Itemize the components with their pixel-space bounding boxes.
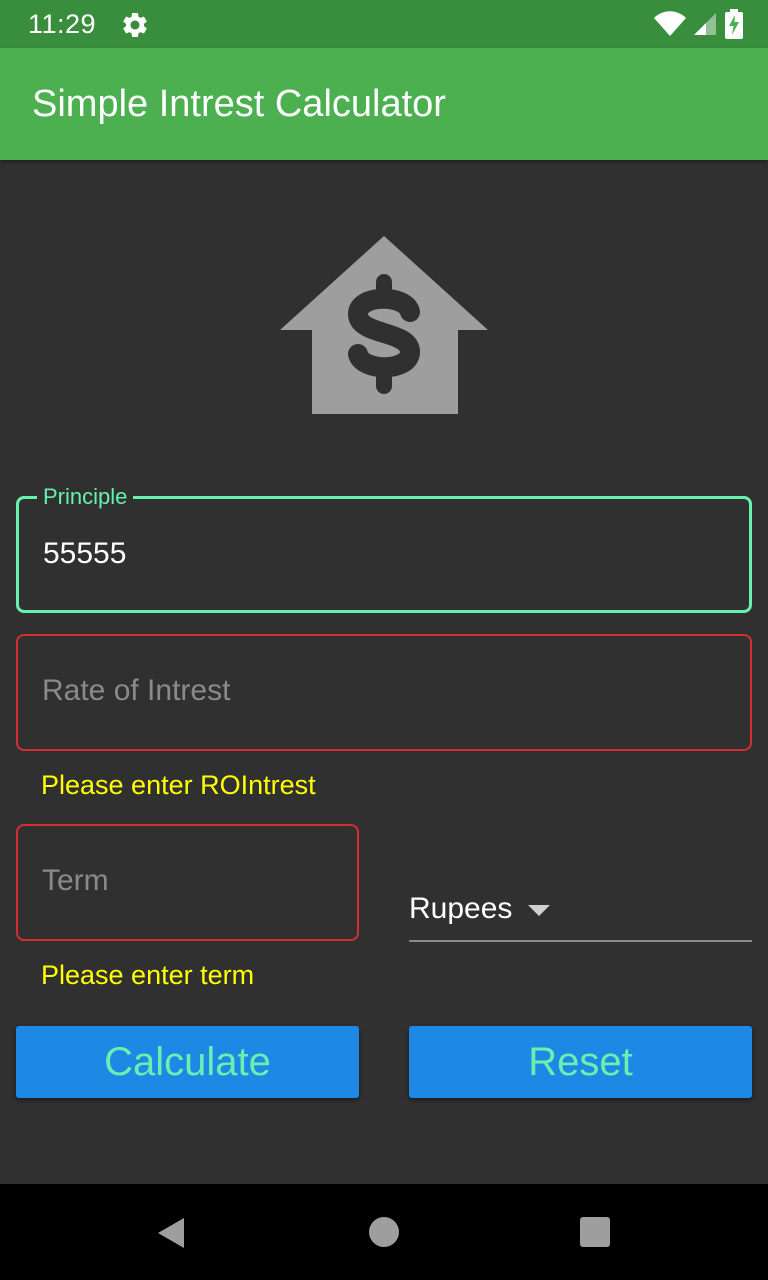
principle-label: Principle — [37, 484, 134, 510]
wifi-icon — [654, 11, 686, 36]
term-field[interactable]: Term — [16, 824, 359, 941]
recents-icon[interactable] — [580, 1217, 610, 1247]
app-bar: Simple Intrest Calculator — [0, 48, 768, 160]
home-icon[interactable] — [369, 1217, 399, 1247]
battery-charging-icon — [725, 9, 743, 39]
chevron-down-icon — [528, 905, 550, 916]
term-error: Please enter term — [41, 960, 255, 990]
status-bar: 11:29 — [0, 0, 768, 48]
app-title: Simple Intrest Calculator — [32, 83, 446, 125]
term-placeholder: Term — [42, 864, 109, 897]
principle-field[interactable]: Principle 55555 — [16, 484, 752, 613]
currency-selected: Rupees — [409, 892, 513, 925]
status-time: 11:29 — [28, 9, 97, 39]
calculate-button[interactable]: Calculate — [16, 1026, 359, 1098]
back-icon[interactable] — [156, 1216, 186, 1250]
reset-button[interactable]: Reset — [409, 1026, 752, 1098]
house-dollar-icon — [280, 236, 488, 414]
nav-bar — [0, 1184, 768, 1280]
gear-icon — [123, 12, 147, 38]
rate-field[interactable]: Rate of Intrest — [16, 634, 752, 751]
rate-placeholder: Rate of Intrest — [42, 674, 231, 707]
rate-error: Please enter ROIntrest — [41, 770, 316, 800]
currency-dropdown[interactable]: Rupees — [409, 880, 752, 942]
signal-icon — [694, 13, 716, 35]
principle-value: 55555 — [43, 537, 127, 570]
status-icons — [654, 9, 744, 39]
